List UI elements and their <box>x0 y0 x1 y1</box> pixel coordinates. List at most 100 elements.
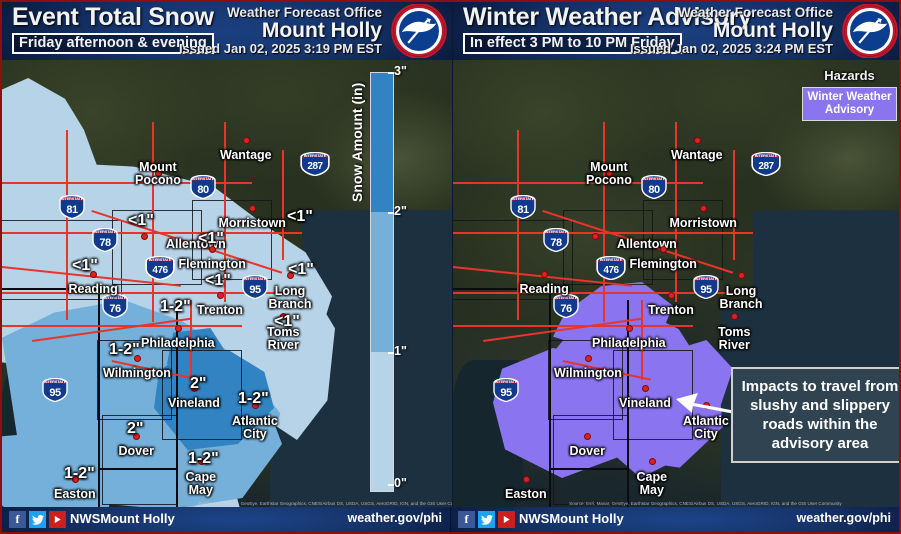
shield-top-text: INTERSTATE <box>43 378 67 384</box>
nws-logo-icon <box>842 4 898 58</box>
city-label: Philadelphia <box>592 336 666 350</box>
city-label: Long Branch <box>268 284 312 311</box>
snow-amount-label: 1-2" <box>160 298 191 315</box>
shield-route-number: 95 <box>49 386 61 399</box>
shield-top-text: INTERSTATE <box>60 195 84 201</box>
left-panel-header: Event Total Snow Friday afternoon & even… <box>2 2 452 60</box>
city-marker <box>731 313 738 320</box>
city-label: Allentown <box>617 237 677 251</box>
shield-top-text: INTERSTATE <box>754 152 778 158</box>
city-label: Easton <box>54 487 96 501</box>
colorbar-band-1-2 <box>371 212 393 352</box>
shield-top-text: INTERSTATE <box>93 228 117 234</box>
shield-route-number: 476 <box>152 264 168 276</box>
twitter-icon[interactable] <box>29 511 46 528</box>
facebook-icon[interactable]: f <box>458 511 475 528</box>
highway-line <box>2 232 302 234</box>
city-label: Mount Pocono <box>586 160 632 187</box>
colorbar-title: Snow Amount (in) <box>349 82 365 202</box>
shield-top-text: INTERSTATE <box>544 228 568 234</box>
shield-route-number: 95 <box>249 283 261 296</box>
shield-top-text: INTERSTATE <box>303 152 327 158</box>
play-triangle-glyph <box>503 515 510 524</box>
city-marker <box>700 205 707 212</box>
state-boundary <box>98 468 178 470</box>
impacts-callout: Impacts to travel from slushy and slippe… <box>731 367 899 463</box>
twitter-bird-glyph <box>480 514 493 525</box>
interstate-95-shield-icon: INTERSTATE 95 <box>493 378 519 402</box>
hazards-legend: Hazards Winter Weather Advisory <box>802 68 897 121</box>
left-office-name: Mount Holly <box>261 19 382 42</box>
city-label: Dover <box>569 444 605 458</box>
facebook-icon[interactable]: f <box>9 511 26 528</box>
city-marker <box>249 205 256 212</box>
website-url[interactable]: weather.gov/phi <box>348 511 442 525</box>
youtube-icon[interactable] <box>49 511 66 528</box>
city-marker <box>592 233 599 240</box>
twitter-icon[interactable] <box>478 511 495 528</box>
shield-top-text: INTERSTATE <box>148 256 172 262</box>
city-label: Vineland <box>168 396 220 410</box>
city-marker <box>175 325 182 332</box>
social-handle: NWSMount Holly <box>70 511 175 526</box>
interstate-80-shield-icon: INTERSTATE 80 <box>190 175 216 199</box>
website-url[interactable]: weather.gov/phi <box>797 511 891 525</box>
nws-logo-icon <box>391 4 447 58</box>
city-label: Reading <box>68 282 118 296</box>
shield-route-number: 81 <box>517 203 529 216</box>
county-boundary <box>553 415 628 505</box>
shield-route-number: 76 <box>560 302 572 315</box>
interstate-80-shield-icon: INTERSTATE 80 <box>641 175 667 199</box>
right-office-name: Mount Holly <box>712 19 833 42</box>
city-label: Cape May <box>636 470 668 497</box>
snow-amount-label: <1" <box>205 272 231 289</box>
shield-route-number: 78 <box>550 236 562 249</box>
city-marker <box>649 458 656 465</box>
city-marker <box>523 476 530 483</box>
city-marker <box>660 246 667 253</box>
interstate-81-shield-icon: INTERSTATE 81 <box>59 195 85 219</box>
weather-graphic: Event Total Snow Friday afternoon & even… <box>0 0 901 534</box>
state-boundary <box>98 290 100 507</box>
snow-amount-label: 1-2" <box>188 450 219 467</box>
city-label: Wantage <box>671 148 723 162</box>
city-label: Flemington <box>629 257 697 271</box>
city-label: Trenton <box>648 303 694 317</box>
city-label: Morristown <box>669 216 737 230</box>
shield-top-text: INTERSTATE <box>243 275 267 281</box>
city-label: Toms River <box>718 325 751 352</box>
right-issued-time: Issued Jan 02, 2025 3:24 PM EST <box>629 41 833 56</box>
snow-amount-label: <1" <box>274 313 300 330</box>
city-marker <box>585 355 592 362</box>
interstate-76-shield-icon: INTERSTATE 76 <box>102 294 128 318</box>
colorbar-tick-0: 0" <box>388 476 407 490</box>
footer-left: f NWSMount Holly weather.gov/phi <box>2 507 451 532</box>
shield-route-number: 287 <box>307 160 323 172</box>
interstate-95-shield-icon: INTERSTATE 95 <box>242 275 268 299</box>
twitter-bird-glyph <box>31 514 44 525</box>
shield-top-text: INTERSTATE <box>191 175 215 181</box>
right-office-label: Weather Forecast Office <box>677 5 833 20</box>
city-label: Morristown <box>218 216 286 230</box>
city-marker <box>694 137 701 144</box>
city-marker <box>584 433 591 440</box>
city-label: Cape May <box>185 470 217 497</box>
youtube-icon[interactable] <box>498 511 515 528</box>
city-label: Long Branch <box>719 284 763 311</box>
social-handle: NWSMount Holly <box>519 511 624 526</box>
city-label: Wilmington <box>103 366 171 380</box>
city-label: Atlantic City <box>683 414 729 441</box>
city-label: Reading <box>519 282 569 296</box>
city-label: Vineland <box>619 396 671 410</box>
colorbar-band-2-3 <box>371 73 393 213</box>
social-icons: f <box>458 511 515 528</box>
shield-route-number: 80 <box>648 183 660 196</box>
city-label: Wilmington <box>554 366 622 380</box>
colorbar-tick-2: 2" <box>388 204 407 218</box>
city-marker <box>626 325 633 332</box>
city-label: Mount Pocono <box>135 160 181 187</box>
interstate-95-shield-icon: INTERSTATE 95 <box>693 275 719 299</box>
interstate-78-shield-icon: INTERSTATE 78 <box>92 228 118 252</box>
snow-amount-label: 1-2" <box>64 465 95 482</box>
snow-amount-label: 1-2" <box>109 341 140 358</box>
